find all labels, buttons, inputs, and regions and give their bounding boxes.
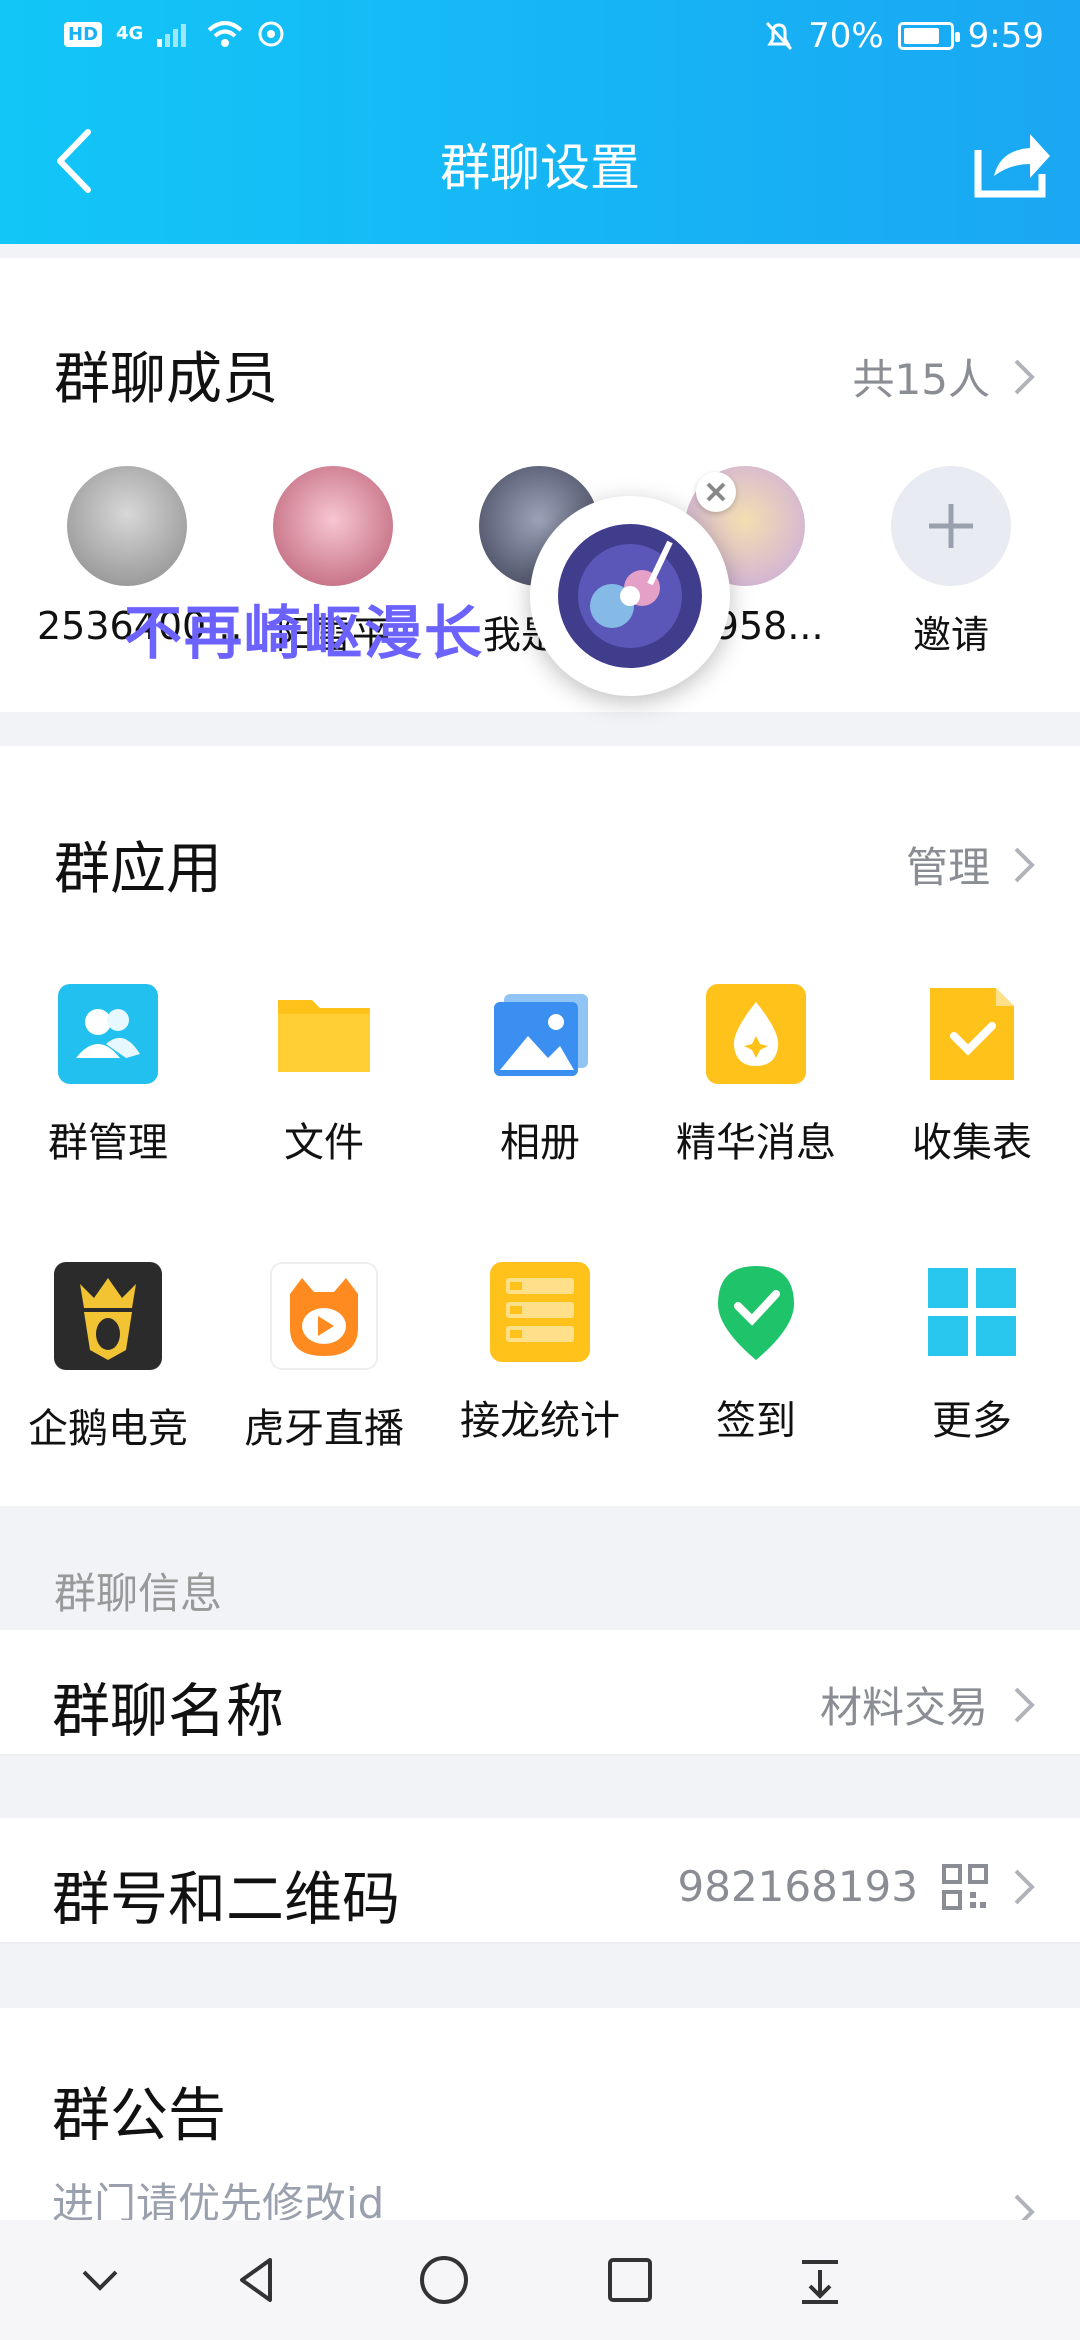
chevron-right-icon [1014,847,1035,882]
group-manage-icon [58,984,158,1084]
system-navigation-bar [0,2220,1080,2340]
header-bar: HD 4G 70% 9:59 群聊设置 [0,0,1080,244]
clock: 9:59 [967,16,1044,56]
back-triangle-icon[interactable] [228,2250,288,2310]
penguin-esports-icon [54,1262,162,1370]
apps-card: 群应用 管理 群管理 文件 相册 精华消息 收集表 企鹅电竞 虎牙直播 接龙统计… [0,746,1080,1506]
invite-label: 邀请 [912,613,989,657]
group-notice-row[interactable]: 群公告 进门请优先修改id [0,2008,1080,2230]
huya-icon [270,1262,378,1370]
app-files[interactable]: 文件 [216,984,432,1168]
folder-icon [274,984,374,1084]
add-member-icon [891,466,1011,586]
checkin-icon [706,1262,806,1362]
signal-icon [157,24,187,47]
qr-code-icon [942,1863,988,1910]
apps-section-title: 群应用 [54,837,222,902]
group-number-title: 群号和二维码 [52,1865,401,1933]
mute-bell-icon [765,21,793,51]
app-essence[interactable]: 精华消息 [648,984,864,1168]
group-name-title: 群聊名称 [52,1677,285,1745]
app-relay-stats[interactable]: 接龙统计 [432,1262,648,1446]
app-group-manage[interactable]: 群管理 [0,984,216,1168]
battery-icon [897,22,960,50]
close-music-icon[interactable] [696,472,736,512]
app-label: 虎牙直播 [244,1406,404,1452]
app-label: 文件 [284,1120,364,1166]
page-title: 群聊设置 [440,139,640,197]
avatar [67,466,187,586]
group-notice-title: 群公告 [52,2081,227,2149]
data-saver-icon [258,21,284,47]
app-form[interactable]: 收集表 [864,984,1080,1168]
app-label: 收集表 [912,1120,1032,1166]
wifi-icon [208,21,243,47]
app-huya[interactable]: 虎牙直播 [216,1262,432,1454]
group-number-value: 982168193 [677,1862,919,1911]
group-name-value: 材料交易 [819,1683,988,1732]
relay-stats-icon [490,1262,590,1362]
manage-label: 管理 [905,843,990,892]
app-label: 相册 [500,1120,580,1166]
manage-apps-link[interactable]: 管理 [906,834,1036,895]
chevron-down-icon[interactable] [70,2250,130,2310]
app-label: 群管理 [48,1120,168,1166]
floating-music-player[interactable] [530,472,736,696]
chevron-right-icon [1014,359,1035,394]
app-album[interactable]: 相册 [432,984,648,1168]
app-label: 精华消息 [676,1120,836,1166]
app-label: 企鹅电竞 [28,1406,188,1452]
group-number-row[interactable]: 群号和二维码 982168193 [0,1818,1080,1944]
avatar [273,466,393,586]
app-label: 接龙统计 [460,1398,620,1444]
app-penguin-esports[interactable]: 企鹅电竞 [0,1262,216,1454]
app-label: 签到 [716,1398,796,1444]
battery-percent: 70% [808,16,884,56]
status-bar: HD 4G 70% 9:59 [0,0,1080,80]
home-circle-icon[interactable] [414,2250,474,2310]
more-grid-icon [922,1262,1022,1362]
hd-indicator: HD [64,21,103,47]
lyric-overlay: 不再崎岖漫长 [124,599,485,667]
group-name-row[interactable]: 群聊名称 材料交易 [0,1630,1080,1756]
music-disc-icon [558,524,702,668]
network-type: 4G [116,23,144,44]
app-more[interactable]: 更多 [864,1262,1080,1446]
essence-icon [706,984,806,1084]
share-icon[interactable] [964,124,1054,204]
album-icon [490,984,590,1084]
notification-pull-icon[interactable] [790,2250,850,2310]
chevron-right-icon [1014,1687,1035,1722]
group-info-section-label: 群聊信息 [54,1569,223,1618]
recents-square-icon[interactable] [600,2250,660,2310]
chevron-right-icon [1014,1869,1035,1904]
form-icon [922,984,1022,1084]
app-label: 更多 [932,1398,1012,1444]
members-section-title: 群聊成员 [54,347,278,412]
members-count-link[interactable]: 共15人 [853,346,1036,407]
app-checkin[interactable]: 签到 [648,1262,864,1446]
members-count: 共15人 [852,355,990,404]
invite-button[interactable]: 邀请 [861,466,1041,659]
